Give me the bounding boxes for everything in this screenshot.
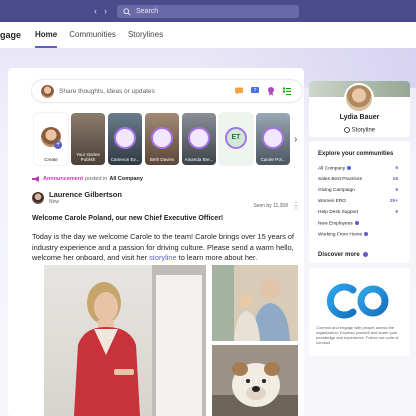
avatar[interactable] xyxy=(344,83,374,113)
announcement-post: Announcement posted in All Company Laure… xyxy=(32,176,302,264)
plus-icon: + xyxy=(54,141,62,149)
storyline-icon xyxy=(344,127,350,133)
avatar xyxy=(262,127,284,149)
tab-home[interactable]: Home xyxy=(35,22,58,48)
community-name: Giving Campaign xyxy=(318,188,355,193)
announcement-label: Announcement xyxy=(43,176,84,182)
community-name: Help Desk Support xyxy=(318,210,359,215)
app-header: gage Home Communities Storylines xyxy=(0,22,416,49)
storyline-label: Storyline xyxy=(351,127,375,134)
back-arrow-icon[interactable]: ‹ xyxy=(94,6,97,16)
discover-more-link[interactable]: Discover more xyxy=(318,252,368,258)
communities-card: Explore your communities All Company 6 Sa… xyxy=(309,141,410,263)
story-name: Cameron Ev... xyxy=(110,157,140,162)
viva-engage-logo xyxy=(326,283,389,319)
community-item[interactable]: New Employees xyxy=(318,221,406,226)
tab-storylines[interactable]: Storylines xyxy=(128,22,163,48)
story-card[interactable]: Your stories Publish xyxy=(71,113,105,165)
community-item[interactable]: Help Desk Support 6 xyxy=(318,210,406,215)
community-item[interactable]: Working From Home xyxy=(318,232,406,237)
viva-blurb: Connect and engage with people across th… xyxy=(316,325,399,345)
tab-communities[interactable]: Communities xyxy=(69,22,116,48)
community-count: 6 xyxy=(395,210,398,215)
profile-name[interactable]: Lydia Bauer xyxy=(309,114,410,121)
avatar[interactable] xyxy=(32,191,44,204)
story-card[interactable]: ET xyxy=(219,113,253,165)
storyline-link[interactable]: storyline xyxy=(149,253,177,262)
praise-icon[interactable] xyxy=(266,86,276,96)
forward-arrow-icon[interactable]: › xyxy=(104,6,107,16)
community-count: 6 xyxy=(395,166,398,171)
community-name: Working From Home xyxy=(318,232,363,238)
communities-heading: Explore your communities xyxy=(318,151,394,157)
story-name: Amanda Bre... xyxy=(184,157,214,162)
community-item[interactable]: Sales Best Practices 16 xyxy=(318,177,406,182)
community-count: 16 xyxy=(392,177,398,182)
community-item[interactable]: Giving Campaign 9 xyxy=(318,188,406,193)
post-image-dog[interactable] xyxy=(212,345,298,416)
post-body-text-2: to learn more about her. xyxy=(176,253,258,262)
search-placeholder: Search xyxy=(136,8,159,15)
avatar xyxy=(151,127,173,149)
discover-label: Discover more xyxy=(318,252,360,259)
avatar xyxy=(188,127,210,149)
post-composer[interactable]: Share thoughts, ideas or updates ? xyxy=(32,80,302,102)
post-image-ceo[interactable] xyxy=(44,265,206,416)
list-icon[interactable] xyxy=(282,86,292,96)
story-sub: Publish xyxy=(80,157,96,162)
post-title: Welcome Carole Poland, our new Chief Exe… xyxy=(32,215,224,222)
storyline-button[interactable]: Storyline xyxy=(309,127,410,134)
posted-in-text: posted in xyxy=(85,176,108,182)
search-input[interactable]: Search xyxy=(117,5,299,18)
post-time: Now xyxy=(49,199,60,205)
stories-row: + Create Your stories Publish Cameron Ev… xyxy=(32,113,302,165)
community-name: New Employees xyxy=(318,221,353,227)
profile-card: Lydia Bauer Storyline xyxy=(309,81,410,137)
post-body: Today is the day we welcome Carole to th… xyxy=(32,232,300,264)
community-item[interactable]: All Company 6 xyxy=(318,166,406,171)
story-name: Beth Davies xyxy=(149,157,175,162)
community-count: 20+ xyxy=(389,199,398,204)
svg-text:?: ? xyxy=(254,88,257,94)
community-name: Women ERG xyxy=(318,199,347,204)
community-link[interactable]: All Company xyxy=(109,176,143,182)
community-name: Sales Best Practices xyxy=(318,177,362,182)
post-image-family[interactable] xyxy=(212,265,298,341)
viva-engage-card: Connect and engage with people across th… xyxy=(309,268,410,356)
search-icon xyxy=(123,7,133,17)
avatar xyxy=(114,127,136,149)
create-story-button[interactable]: + Create xyxy=(34,113,68,165)
story-name: Carole Pol... xyxy=(260,157,286,162)
status-dot-icon xyxy=(347,166,352,170)
app-name: gage xyxy=(0,30,22,40)
home-feed: Share thoughts, ideas or updates ? + Cre… xyxy=(8,68,304,416)
more-options-icon[interactable]: ⋮ xyxy=(292,201,300,210)
story-card[interactable]: Beth Davies xyxy=(145,113,179,165)
status-dot-icon xyxy=(354,221,359,225)
discover-icon xyxy=(362,252,368,257)
announcement-header: Announcement posted in All Company xyxy=(32,176,302,182)
chevron-right-icon[interactable]: › xyxy=(294,134,304,146)
post-images xyxy=(44,265,298,416)
megaphone-icon xyxy=(32,176,39,182)
chat-icon[interactable] xyxy=(234,86,244,96)
composer-placeholder: Share thoughts, ideas or updates xyxy=(59,87,155,95)
story-card[interactable]: Carole Pol... xyxy=(256,113,290,165)
story-card[interactable]: Amanda Bre... xyxy=(182,113,216,165)
avatar xyxy=(41,84,54,98)
community-name: All Company xyxy=(318,166,346,172)
status-dot-icon xyxy=(364,232,369,236)
create-label: Create xyxy=(44,157,58,162)
author-name[interactable]: Laurence Gilbertson xyxy=(49,190,122,199)
question-icon[interactable]: ? xyxy=(250,86,260,96)
title-bar: ‹ › Search xyxy=(0,0,416,22)
initials-avatar: ET xyxy=(225,127,247,149)
community-item[interactable]: Women ERG 20+ xyxy=(318,199,406,204)
story-card[interactable]: Cameron Ev... xyxy=(108,113,142,165)
community-count: 9 xyxy=(395,188,398,193)
seen-by: Seen by 11,358 xyxy=(253,203,288,209)
